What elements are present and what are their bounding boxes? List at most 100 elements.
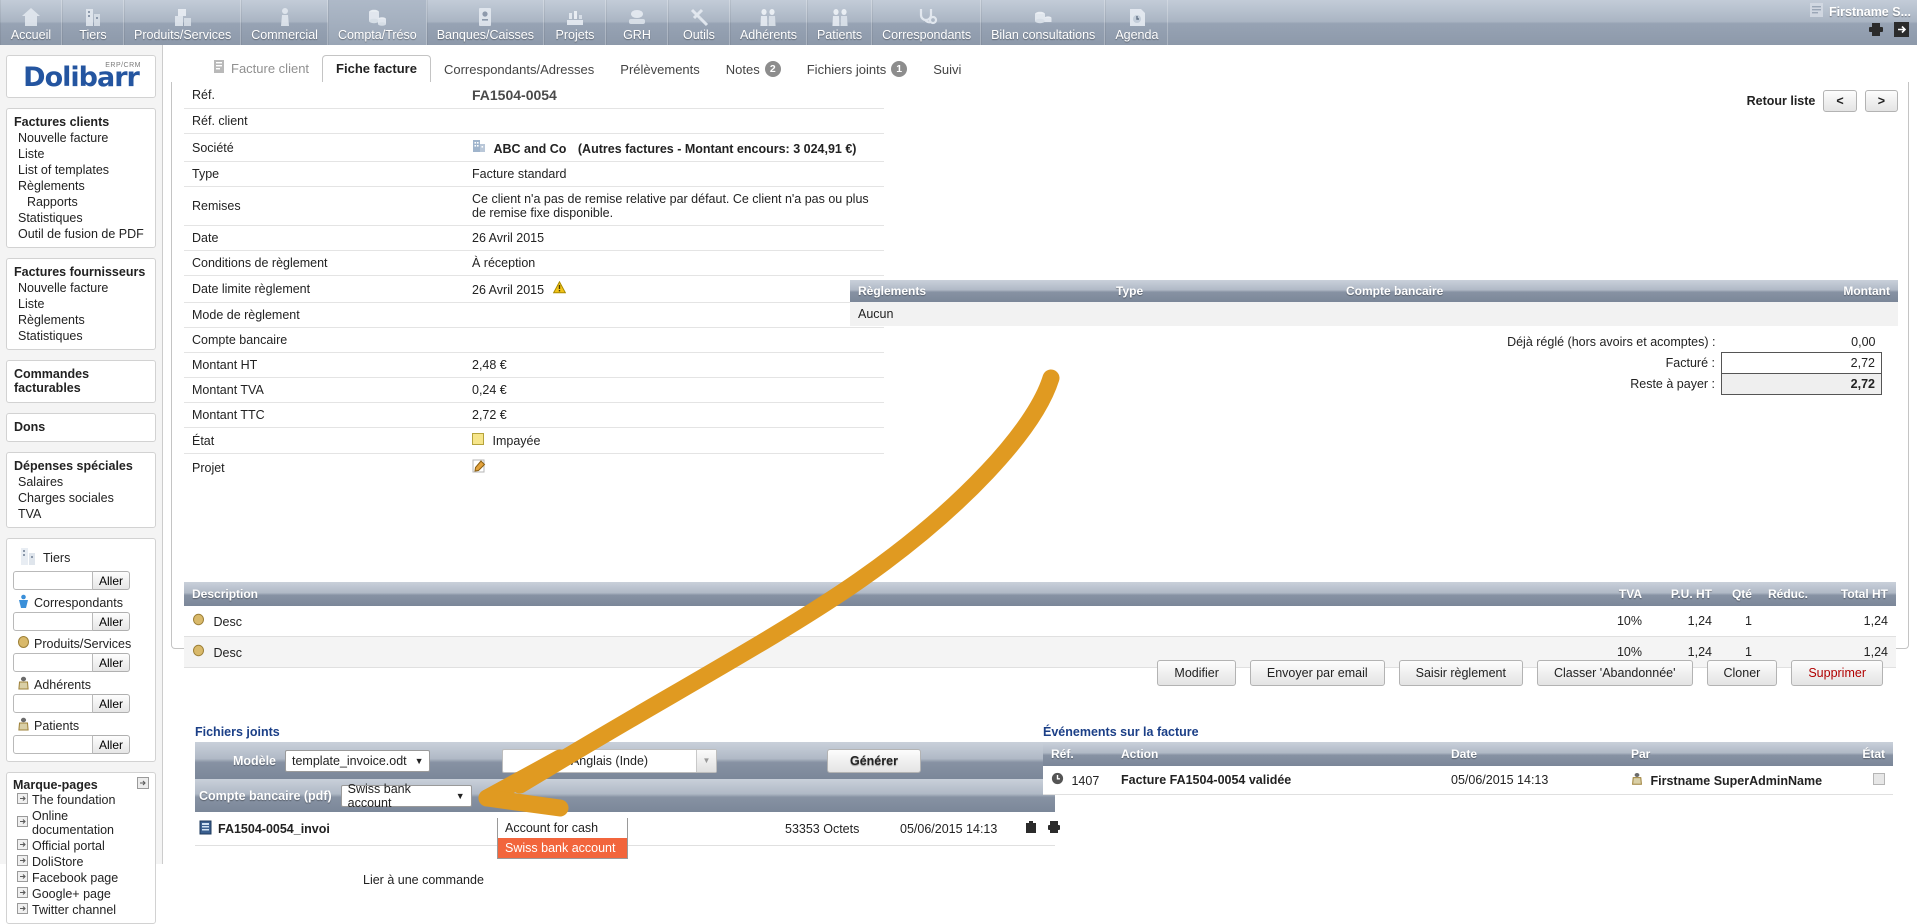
prev-record-button[interactable]: < [1823, 90, 1857, 112]
topmenu-item-banques-caisses[interactable]: Banques/Caisses [426, 0, 544, 45]
quicksearch-go-button-correspondants[interactable]: Aller [93, 612, 131, 631]
quicksearch-go-button-adh-rents[interactable]: Aller [93, 694, 131, 713]
tab-fichiers-joints[interactable]: Fichiers joints 1 [794, 56, 920, 83]
payments-block: Règlements Type Compte bancaire Montant Auc… [850, 280, 1898, 395]
event-by[interactable]: Firstname SuperAdminName [1650, 774, 1822, 788]
topmenu-item-bilan-consultations[interactable]: Bilan consultations [981, 0, 1106, 45]
sidebar-group-title[interactable]: Dons [13, 418, 149, 436]
sidebar-link-nouvelle-facture[interactable]: Nouvelle facture [13, 130, 149, 146]
company-name[interactable]: ABC and Co [493, 142, 566, 156]
tab-pr-l-vements[interactable]: Prélèvements [607, 57, 712, 83]
row-value: 2,48 € [472, 358, 507, 372]
topmenu-item-tiers[interactable]: Tiers [62, 0, 124, 45]
bank-account-select[interactable]: Swiss bank account ▼ [340, 781, 472, 810]
quicksearch-input-correspondants[interactable] [13, 612, 93, 631]
quicksearch-correspondants: Correspondants [13, 592, 149, 611]
sidebar-link-salaires[interactable]: Salaires [13, 474, 149, 490]
tab-correspondants-adresses[interactable]: Correspondants/Adresses [431, 57, 607, 83]
dropdown-option-swiss-bank-account[interactable]: Swiss bank account [498, 838, 627, 858]
sidebar-link-rapports[interactable]: Rapports [13, 194, 149, 210]
sidebar-link-nouvelle-facture[interactable]: Nouvelle facture [13, 280, 149, 296]
topmenu-item-grh[interactable]: GRH [605, 0, 668, 45]
bookmark-the-foundation[interactable]: The foundation [13, 792, 149, 808]
sidebar-link-r-glements[interactable]: Règlements [13, 312, 149, 328]
action-cloner-button[interactable]: Cloner [1706, 660, 1778, 686]
tab-facture-client[interactable]: Facture client [199, 54, 322, 83]
topmenu-item-accueil[interactable]: Accueil [0, 0, 62, 45]
sidebar-group-title[interactable]: Commandes facturables [13, 365, 149, 397]
topmenu-item-projets[interactable]: Projets [543, 0, 606, 45]
row-value-cell: 2,72 € [464, 402, 884, 428]
project-icon [564, 4, 586, 28]
user-area[interactable]: Firstname S... [1809, 2, 1911, 21]
bank-account-dropdown-list[interactable]: Account for cash Swiss bank account [497, 818, 628, 859]
quicksearch-input-patients[interactable] [13, 735, 93, 754]
printer-icon[interactable] [1047, 820, 1061, 837]
tools-icon [688, 4, 710, 28]
topmenu-item-produits-services[interactable]: Produits/Services [124, 0, 242, 45]
tab-suivi[interactable]: Suivi [920, 57, 974, 83]
topmenu-item-agenda[interactable]: Agenda [1105, 0, 1169, 45]
link-to-order-label[interactable]: Lier à une commande [363, 873, 484, 887]
topmenu-spacer [1168, 0, 1917, 45]
bookmark-twitter-channel[interactable]: Twitter channel [13, 902, 149, 918]
sidebar-group-factures-fournisseurs: Factures fournisseurs Nouvelle facture Lis… [6, 258, 156, 350]
back-to-list-link[interactable]: Retour liste [1747, 94, 1816, 108]
action-envoyer-par-email-button[interactable]: Envoyer par email [1249, 660, 1385, 686]
handshake-icon [274, 4, 296, 28]
sidebar-link-statistiques[interactable]: Statistiques [13, 210, 149, 226]
sidebar-link-list-of-templates[interactable]: List of templates [13, 162, 149, 178]
quicksearch-input-tiers[interactable] [13, 571, 93, 590]
sidebar-link-liste[interactable]: Liste [13, 296, 149, 312]
tab-notes[interactable]: Notes 2 [713, 56, 794, 83]
topmenu-item-correspondants[interactable]: Correspondants [872, 0, 982, 45]
sidebar-link-tva[interactable]: TVA [13, 506, 149, 522]
generate-button[interactable]: Générer [827, 748, 921, 773]
bank-account-select-value: Swiss bank account [347, 781, 411, 810]
sidebar-link-liste[interactable]: Liste [13, 146, 149, 162]
project-edit-icon[interactable] [472, 459, 486, 476]
action-classer-abandonn-e-button[interactable]: Classer 'Abandonnée' [1536, 660, 1693, 686]
row-value: À réception [472, 256, 536, 270]
trash-icon[interactable] [1025, 820, 1037, 837]
action-modifier-button[interactable]: Modifier [1157, 660, 1236, 686]
printer-icon[interactable] [1868, 22, 1884, 40]
attached-file-name[interactable]: FA1504-0054_invoi [218, 822, 330, 836]
quicksearch-input-row: Aller [13, 571, 149, 590]
tab-fiche-facture[interactable]: Fiche facture [322, 55, 431, 84]
bookmark-online-documentation[interactable]: Online documentation [13, 808, 149, 838]
total-row-factur: Facturé : 2,72 [1501, 352, 1882, 374]
quicksearch-go-button-tiers[interactable]: Aller [93, 571, 131, 590]
property-row-r-f: Réf. FA1504-0054 [184, 82, 884, 109]
quicksearch-patients: Patients [13, 715, 149, 734]
topmenu-item-label: Patients [816, 28, 863, 42]
quicksearch-go-button-produits-services[interactable]: Aller [93, 653, 131, 672]
topmenu-item-patients[interactable]: Patients [806, 0, 873, 45]
quicksearch-input-produits-services[interactable] [13, 653, 93, 672]
payments-empty-amount [1668, 302, 1898, 326]
sidebar-link-outil-de-fusion-de-pdf[interactable]: Outil de fusion de PDF [13, 226, 149, 242]
topmenu-item-compta-tr-so[interactable]: Compta/Tréso [327, 0, 427, 45]
bookmark-google-page[interactable]: Google+ page [13, 886, 149, 902]
topmenu-item-adh-rents[interactable]: Adhérents [729, 0, 807, 45]
bookmark-official-portal[interactable]: Official portal [13, 838, 149, 854]
model-select[interactable]: template_invoice.odt ▼ [285, 749, 430, 772]
sidebar-link-r-glements[interactable]: Règlements [13, 178, 149, 194]
quicksearch-input-adh-rents[interactable] [13, 694, 93, 713]
app-logo[interactable]: ERP/CRM Dolibarr [6, 55, 156, 98]
action-saisir-r-glement-button[interactable]: Saisir règlement [1398, 660, 1523, 686]
topmenu-item-outils[interactable]: Outils [667, 0, 730, 45]
event-ref[interactable]: 1407 [1071, 774, 1099, 788]
sidebar-link-charges-sociales[interactable]: Charges sociales [13, 490, 149, 506]
language-select[interactable]: Anglais (Inde) ▼ [502, 748, 717, 773]
next-record-button[interactable]: > [1864, 90, 1898, 112]
sidebar-link-statistiques[interactable]: Statistiques [13, 328, 149, 344]
action-supprimer-button[interactable]: Supprimer [1791, 660, 1883, 686]
topmenu-item-commercial[interactable]: Commercial [241, 0, 328, 45]
dropdown-option-account-for-cash[interactable]: Account for cash [498, 818, 627, 838]
bookmark-facebook-page[interactable]: Facebook page [13, 870, 149, 886]
quicksearch-go-button-patients[interactable]: Aller [93, 735, 131, 754]
edit-bookmarks-icon[interactable] [137, 777, 149, 792]
logout-icon[interactable] [1894, 22, 1909, 40]
bookmark-dolistore[interactable]: DoliStore [13, 854, 149, 870]
